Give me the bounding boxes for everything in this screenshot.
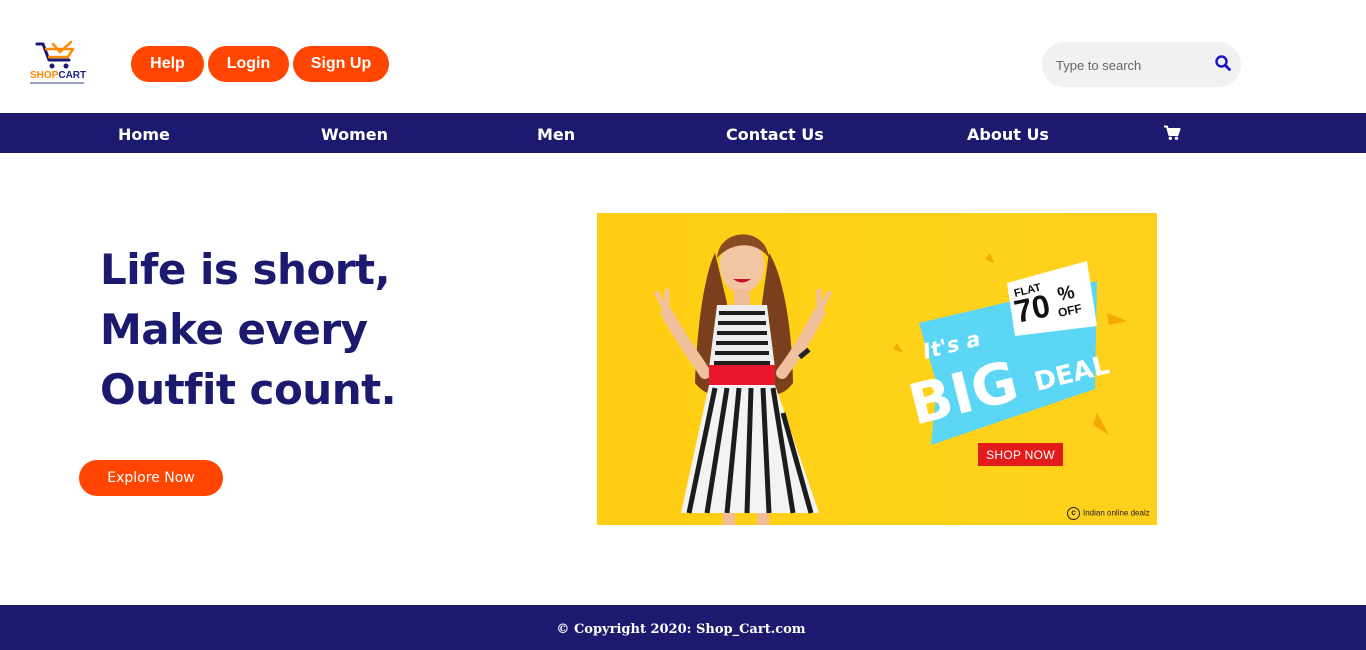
model-figure: [654, 234, 832, 525]
search-box: [1042, 42, 1241, 87]
hero-line-1: Life is short,: [100, 245, 391, 294]
signup-button[interactable]: Sign Up: [293, 46, 389, 82]
search-input[interactable]: [1056, 54, 1206, 76]
help-button[interactable]: Help: [131, 46, 204, 82]
banner-discount-value: 70: [1011, 287, 1053, 330]
nav-item-home[interactable]: Home: [118, 113, 170, 153]
logo-shop-text: SHOP: [30, 70, 59, 81]
logo-wordmark: SHOPCART: [30, 70, 86, 81]
site-footer: © Copyright 2020: Shop_Cart.com: [0, 605, 1366, 650]
nav-item-women[interactable]: Women: [321, 113, 388, 153]
hero-headline: Life is short, Make every Outfit count.: [100, 240, 520, 420]
main-navbar: Home Women Men Contact Us About Us: [0, 113, 1366, 153]
cart-logo-icon: [35, 40, 75, 69]
banner-credit-text: Indian online dealz: [1083, 508, 1150, 518]
explore-now-button[interactable]: Explore Now: [79, 460, 223, 496]
hero-line-2: Make every: [100, 305, 368, 354]
hero-line-3: Outfit count.: [100, 365, 397, 414]
banner-big-text: BIG: [903, 349, 1025, 439]
logo-cart-text: CART: [58, 70, 87, 81]
promo-banner[interactable]: FLAT 70 % OFF It's a BIG DEAL SHOP NOW c…: [597, 213, 1157, 525]
site-header: SHOPCART Help Login Sign Up: [0, 0, 1366, 113]
copyright-icon: c: [1067, 507, 1080, 520]
nav-item-men[interactable]: Men: [537, 113, 575, 153]
nav-item-about-us[interactable]: About Us: [967, 113, 1049, 153]
header-buttons: Help Login Sign Up: [131, 46, 389, 82]
shopcart-logo[interactable]: SHOPCART: [28, 40, 88, 88]
banner-credit: c Indian online dealz: [1067, 507, 1150, 520]
login-button[interactable]: Login: [208, 46, 289, 82]
nav-item-contact-us[interactable]: Contact Us: [726, 113, 824, 153]
footer-copyright: © Copyright 2020: Shop_Cart.com: [556, 622, 806, 637]
search-icon[interactable]: [1214, 54, 1232, 72]
shopping-cart-icon[interactable]: [1163, 125, 1181, 141]
banner-shop-now-button[interactable]: SHOP NOW: [978, 443, 1063, 466]
logo-tagline: [30, 82, 84, 84]
promo-banner-artwork: FLAT 70 % OFF It's a BIG DEAL: [654, 234, 1127, 525]
